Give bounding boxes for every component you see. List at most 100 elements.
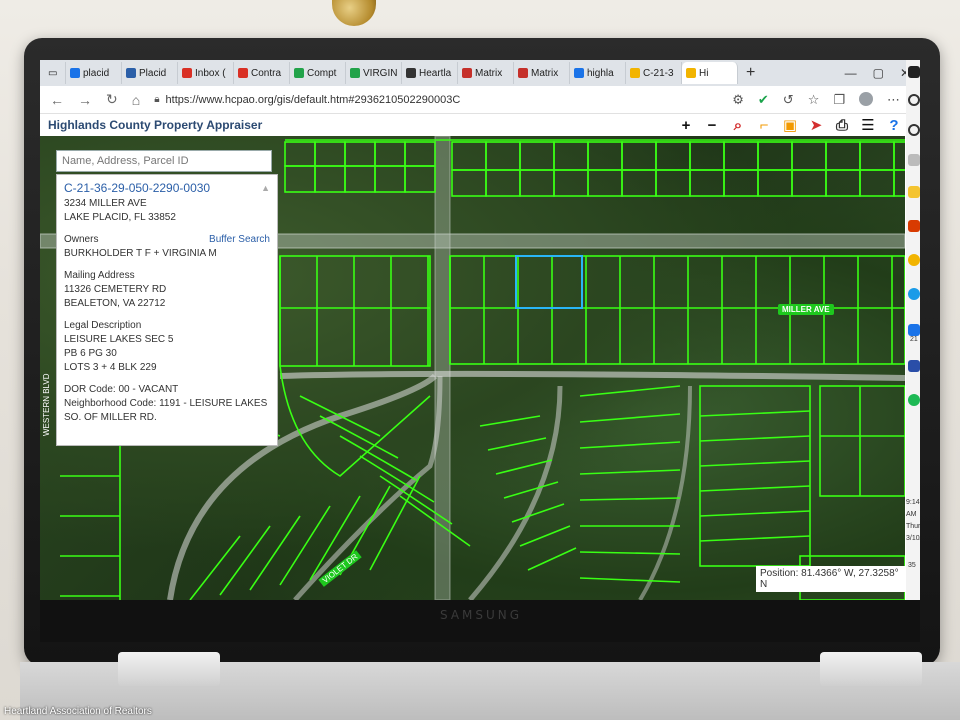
zoom-in-icon[interactable]: + [677,116,695,134]
browser-tab[interactable]: Heartla [402,62,458,84]
home-icon[interactable]: ⌂ [132,92,140,108]
notification-badge[interactable]: 35 [908,562,916,569]
refresh-icon[interactable]: ↻ [106,91,118,108]
back-icon[interactable]: ← [50,92,64,108]
street-label-western: WESTERN BLVD [42,373,51,436]
print-icon[interactable]: ⎙ [833,116,851,134]
browser-tab[interactable]: VIRGIN [346,62,402,84]
tab-label: placid [83,67,110,79]
favorites-icon[interactable]: ☆ [808,92,820,108]
profile-avatar[interactable] [859,91,873,106]
lock-icon: 🔒︎ [154,94,160,105]
spotify-icon[interactable] [908,394,920,406]
edge-icon[interactable] [908,288,920,300]
zoom-box-icon[interactable]: ⌕ [729,116,747,134]
tab-label: highla [587,67,614,79]
browser-toolbar: ← → ↻ ⌂ 🔒︎ https://www.hcpao.org/gis/def… [40,86,920,114]
tab-label: Inbox ( [195,67,226,79]
minimize-icon[interactable]: — [845,66,857,80]
tab-favicon-icon [574,68,584,78]
url-text: https://www.hcpao.org/gis/default.htm#29… [165,93,461,106]
sync-icon[interactable]: ↺ [783,92,794,108]
map-toolbar: + − ⌕ ⌐ ▣ ➤ ⎙ ☰? [677,116,905,135]
parcel-info-panel: C-21-36-29-050-2290-0030 ▲ 3234 MILLER A… [56,174,278,446]
office-icon[interactable] [908,220,920,232]
parcel-address-line2: LAKE PLACID, FL 33852 [64,212,176,223]
select-icon[interactable]: ▣ [781,116,799,134]
chrome-canary-icon[interactable] [908,254,920,266]
more-icon[interactable]: ⋯ [887,92,900,108]
tab-label: Hi [699,67,709,79]
maximize-icon[interactable]: ▢ [873,66,884,80]
position-readout: Position: 81.4366° W, 27.3258° N [756,566,905,592]
taskbar-clock[interactable]: 9:14 AM Thursday 3/10/202 [906,497,920,545]
parcel-address-line1: 3234 MILLER AVE [64,198,147,209]
check-extension-icon[interactable]: ✔ [758,92,769,108]
mail-badge: 21 [910,336,918,343]
tab-label: Contra [251,67,282,79]
tab-favicon-icon [350,68,360,78]
app-icon[interactable] [908,360,920,372]
street-label-miller: MILLER AVE [778,304,834,315]
photo-watermark: Heartland Association of Realtors [4,706,152,717]
browser-tab[interactable]: Hi [682,62,738,84]
legal-line3: LOTS 3 + 4 BLK 229 [64,362,157,373]
tab-favicon-icon [406,68,416,78]
widgets-icon[interactable] [908,154,920,166]
hinge-right [820,652,922,686]
mailing-label: Mailing Address [64,270,135,281]
hinge-left [118,652,220,686]
windows-start-icon[interactable] [908,66,920,78]
tab-favicon-icon [630,68,640,78]
tab-favicon-icon [294,68,304,78]
owners-label: Owners [64,234,99,245]
browser-tab-bar: ▭ placid Placid Inbox ( Contra Compt VIRGIN He… [40,60,920,86]
legal-line2: PB 6 PG 30 [64,348,117,359]
tab-favicon-icon [462,68,472,78]
task-view-icon[interactable] [908,124,920,136]
browser-tab[interactable]: Placid [122,62,178,84]
owners-value: BURKHOLDER T F + VIRGINIA M [64,248,217,259]
browser-tab[interactable]: Compt [290,62,346,84]
collections-icon[interactable]: ❐ [833,92,845,108]
clock-time: 9:14 AM [906,499,920,518]
browser-tab[interactable]: placid [66,62,122,84]
parcel-id-heading[interactable]: C-21-36-29-050-2290-0030 ▲ [64,181,270,195]
clock-date: 3/10/202 [906,535,920,542]
legal-label: Legal Description [64,320,142,331]
search-input[interactable]: Name, Address, Parcel ID [56,150,272,172]
file-explorer-icon[interactable] [908,186,920,198]
tab-label: Matrix [475,67,503,79]
browser-tab[interactable]: Matrix [458,62,514,84]
browser-tab[interactable]: Matrix [514,62,570,84]
browser-tab[interactable]: Contra [234,62,290,84]
tab-favicon-icon [686,68,696,78]
browser-tab[interactable]: Inbox ( [178,62,234,84]
search-icon[interactable] [908,94,920,106]
forward-icon[interactable]: → [78,92,92,108]
search-placeholder: Name, Address, Parcel ID [62,155,189,167]
tab-favicon-icon [238,68,248,78]
menu-icon[interactable]: ☰ [859,116,877,134]
tab-actions-icon[interactable]: ▭ [44,62,66,84]
parcel-id[interactable]: C-21-36-29-050-2290-0030 [64,181,210,195]
tab-favicon-icon [126,68,136,78]
browser-tab[interactable]: highla [570,62,626,84]
extensions-icon[interactable]: ⚙ [732,92,744,108]
tab-label: Matrix [531,67,559,79]
browser-tab[interactable]: C-21-3 [626,62,682,84]
address-bar[interactable]: 🔒︎ https://www.hcpao.org/gis/default.htm… [154,94,718,106]
clock-day: Thursday [906,523,920,530]
zoom-out-icon[interactable]: − [703,116,721,134]
buffer-search-link[interactable]: Buffer Search [209,233,270,247]
mailing-line1: 11326 CEMETERY RD [64,284,167,295]
tab-label: Compt [307,67,337,79]
dor-code: DOR Code: 00 - VACANT [64,384,179,395]
collapse-icon[interactable]: ▲ [261,181,270,195]
measure-icon[interactable]: ⌐ [755,116,773,134]
marker-icon[interactable]: ➤ [807,116,825,134]
tab-favicon-icon [182,68,192,78]
help-icon[interactable]: ? [885,116,903,134]
new-tab-button[interactable]: + [738,64,763,82]
mail-icon[interactable] [908,324,920,336]
